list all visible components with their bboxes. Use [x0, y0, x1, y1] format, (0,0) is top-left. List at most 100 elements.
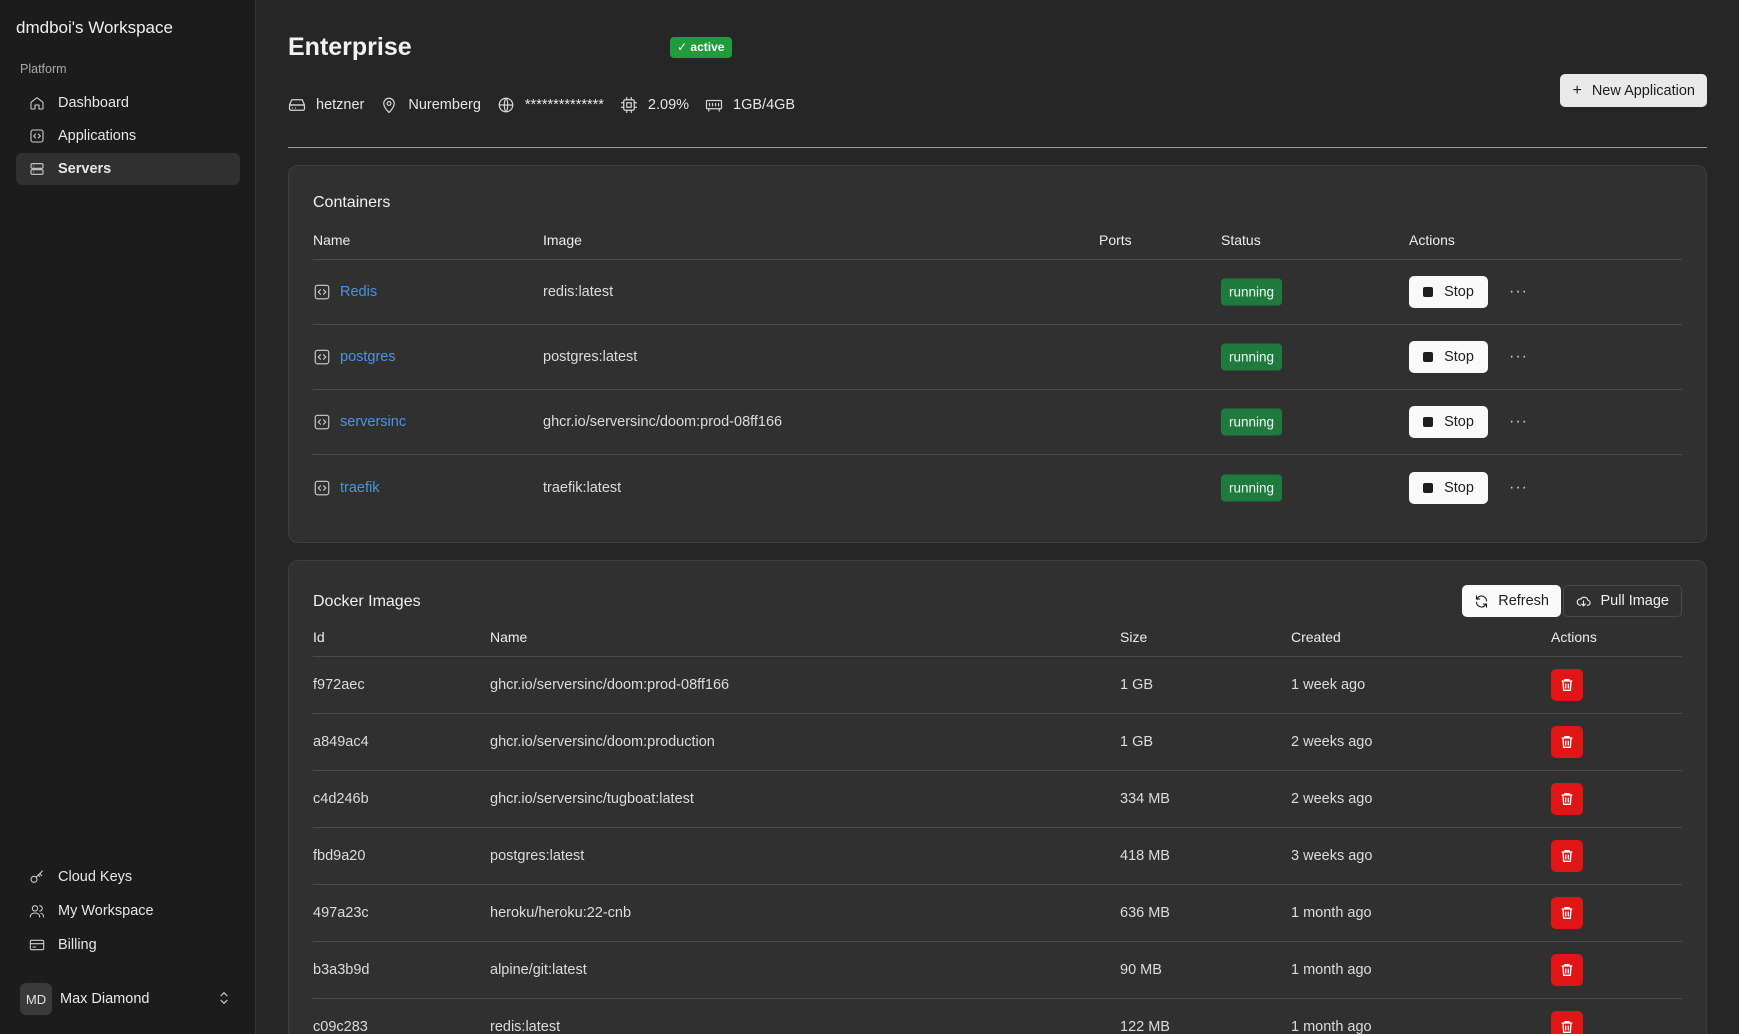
- container-name-link[interactable]: serversinc: [313, 413, 406, 431]
- memory-value: 1GB/4GB: [733, 97, 796, 113]
- image-created: 1 month ago: [1291, 905, 1372, 921]
- image-created: 2 weeks ago: [1291, 791, 1373, 807]
- ip-value[interactable]: **************: [525, 97, 604, 113]
- stop-button[interactable]: Stop: [1409, 341, 1488, 373]
- container-image: postgres:latest: [543, 349, 638, 365]
- image-created: 1 week ago: [1291, 677, 1366, 693]
- code-box-icon: [313, 283, 331, 301]
- delete-image-button[interactable]: [1551, 669, 1583, 701]
- secondary-nav: Cloud Keys My Workspace Billing: [16, 860, 240, 962]
- sidebar-item-applications[interactable]: Applications: [16, 120, 240, 152]
- container-name-link[interactable]: Redis: [313, 283, 377, 301]
- stop-icon: [1423, 352, 1434, 362]
- sidebar-item-dashboard[interactable]: Dashboard: [16, 87, 240, 119]
- workspace-title[interactable]: dmdboi's Workspace: [16, 18, 173, 38]
- sidebar-item-label: Servers: [58, 161, 112, 177]
- image-id: a849ac4: [313, 734, 369, 750]
- container-name: postgres: [340, 349, 396, 365]
- image-id: c09c283: [313, 1019, 368, 1034]
- delete-image-button[interactable]: [1551, 840, 1583, 872]
- sidebar-item-billing[interactable]: Billing: [16, 928, 240, 961]
- image-id: fbd9a20: [313, 848, 366, 864]
- users-icon: [28, 902, 46, 920]
- stop-button[interactable]: Stop: [1409, 276, 1488, 308]
- image-name: ghcr.io/serversinc/doom:prod-08ff166: [490, 677, 730, 693]
- image-id: 497a23c: [313, 905, 369, 921]
- image-name: alpine/git:latest: [490, 962, 587, 978]
- containers-table-header: Name Image Ports Status Actions: [313, 222, 1682, 260]
- table-row: c09c283 redis:latest 122 MB 1 month ago: [313, 999, 1682, 1034]
- meta-cpu: 2.09%: [620, 96, 689, 114]
- containers-title: Containers: [313, 194, 391, 211]
- stop-label: Stop: [1444, 414, 1474, 430]
- server-meta: hetzner Nuremberg ************** 2.09% 1…: [288, 96, 811, 114]
- plus-icon: +: [1572, 81, 1582, 99]
- image-id: f972aec: [313, 677, 365, 693]
- trash-icon: [1561, 1021, 1573, 1033]
- status-badge: running: [1221, 278, 1283, 306]
- table-row: fbd9a20 postgres:latest 418 MB 3 weeks a…: [313, 828, 1682, 885]
- more-options-icon[interactable]: ···: [1509, 413, 1528, 431]
- column-header-actions: Actions: [1409, 232, 1455, 248]
- stop-label: Stop: [1444, 479, 1474, 496]
- user-menu[interactable]: MD Max Diamond: [20, 983, 232, 1015]
- table-row: serversinc ghcr.io/serversinc/doom:prod-…: [313, 390, 1682, 455]
- pull-image-label: Pull Image: [1600, 593, 1669, 609]
- home-icon: [28, 94, 46, 112]
- table-row: 497a23c heroku/heroku:22-cnb 636 MB 1 mo…: [313, 885, 1682, 942]
- container-name: Redis: [340, 284, 378, 300]
- page-title: Enterprise: [288, 33, 412, 61]
- image-id: c4d246b: [313, 791, 369, 807]
- more-options-icon[interactable]: ···: [1509, 348, 1528, 366]
- delete-image-button[interactable]: [1551, 954, 1583, 986]
- more-options-icon[interactable]: ···: [1509, 283, 1528, 301]
- image-size: 90 MB: [1120, 962, 1162, 978]
- delete-image-button[interactable]: [1551, 726, 1583, 758]
- card-icon: [28, 936, 46, 954]
- sidebar-item-servers[interactable]: Servers: [16, 153, 240, 185]
- new-application-button[interactable]: + New Application: [1560, 74, 1707, 107]
- sidebar-item-cloud-keys[interactable]: Cloud Keys: [16, 860, 240, 893]
- stop-button[interactable]: Stop: [1409, 471, 1488, 504]
- main-content: Enterprise ✓ active hetzner Nuremberg **…: [256, 0, 1739, 1034]
- key-icon: [28, 868, 46, 886]
- refresh-button[interactable]: Refresh: [1462, 585, 1561, 617]
- code-box-icon: [313, 348, 331, 366]
- trash-icon: [1561, 964, 1573, 976]
- image-id: b3a3b9d: [313, 962, 370, 978]
- pull-image-button[interactable]: Pull Image: [1563, 585, 1682, 617]
- globe-icon: [497, 96, 515, 114]
- table-row: postgres postgres:latest running Stop ··…: [313, 325, 1682, 390]
- image-size: 122 MB: [1120, 1019, 1170, 1034]
- sidebar-item-label: Applications: [58, 128, 137, 144]
- container-name-link[interactable]: postgres: [313, 348, 396, 366]
- docker-images-title: Docker Images: [313, 593, 421, 610]
- status-badge: running: [1221, 474, 1283, 501]
- stop-button[interactable]: Stop: [1409, 406, 1488, 438]
- refresh-icon: [1474, 594, 1489, 609]
- status-badge: ✓ active: [670, 37, 733, 58]
- sidebar-item-label: Dashboard: [58, 95, 129, 111]
- cloud-download-icon: [1576, 594, 1592, 609]
- meta-location: Nuremberg: [380, 96, 481, 114]
- column-header-ports: Ports: [1099, 232, 1132, 248]
- more-options-icon[interactable]: ···: [1509, 479, 1528, 497]
- delete-image-button[interactable]: [1551, 897, 1583, 929]
- container-image: redis:latest: [543, 284, 614, 300]
- container-name-link[interactable]: traefik: [313, 479, 380, 497]
- delete-image-button[interactable]: [1551, 1011, 1583, 1034]
- sidebar-item-my-workspace[interactable]: My Workspace: [16, 894, 240, 927]
- container-name: serversinc: [340, 414, 407, 430]
- stop-label: Stop: [1444, 284, 1474, 300]
- status-badge: running: [1221, 343, 1283, 371]
- location-value: Nuremberg: [408, 97, 481, 113]
- delete-image-button[interactable]: [1551, 783, 1583, 815]
- sidebar-item-label: Billing: [58, 936, 97, 953]
- trash-icon: [1561, 679, 1573, 691]
- stop-label: Stop: [1444, 349, 1474, 365]
- image-size: 1 GB: [1120, 734, 1154, 750]
- refresh-label: Refresh: [1498, 593, 1549, 609]
- memory-icon: [705, 96, 723, 114]
- docker-images-card: Docker Images Refresh Pull Image Id Name…: [288, 560, 1707, 1034]
- image-name: postgres:latest: [490, 848, 585, 864]
